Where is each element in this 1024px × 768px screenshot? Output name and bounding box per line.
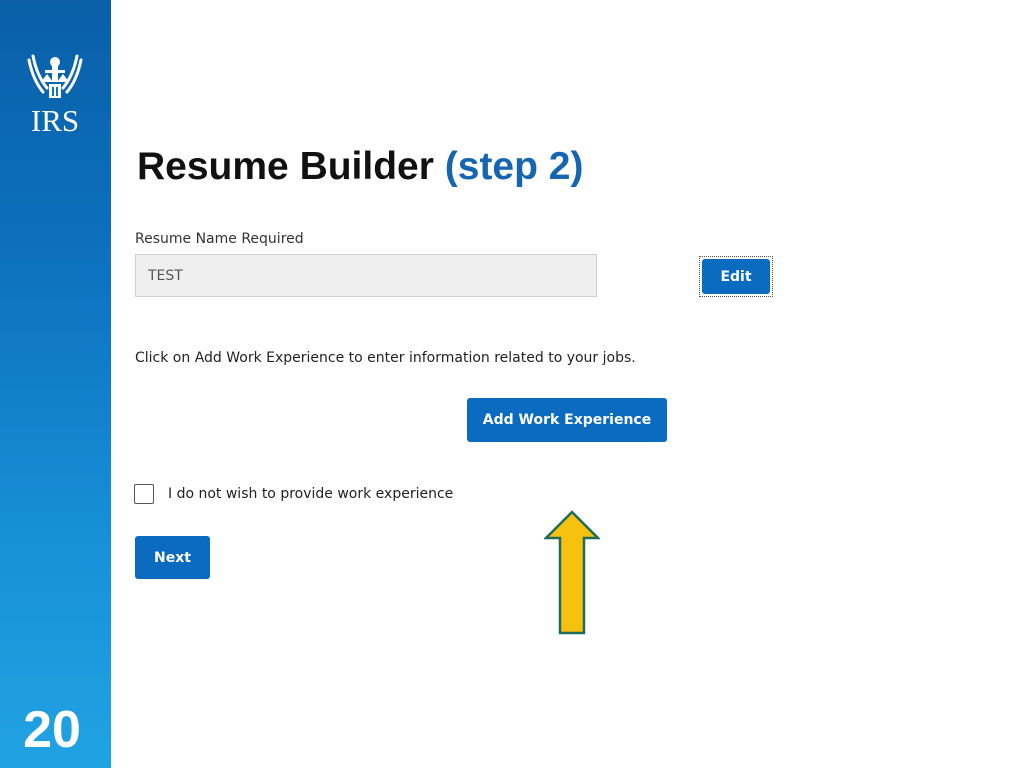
up-arrow-icon — [542, 510, 602, 636]
sidebar: IRS 20 — [0, 0, 111, 768]
resume-name-input[interactable] — [135, 254, 597, 297]
next-button[interactable]: Next — [135, 536, 210, 579]
irs-logo-text: IRS — [30, 103, 80, 138]
slide-number: 20 — [23, 701, 81, 759]
page-title-step: (step 2) — [444, 145, 584, 188]
edit-button-focus-ring: Edit — [699, 256, 773, 297]
page-title-main: Resume Builder — [137, 145, 434, 188]
edit-button[interactable]: Edit — [702, 259, 770, 294]
page-title: Resume Builder (step 2) — [137, 143, 583, 191]
no-work-experience-checkbox[interactable] — [134, 484, 154, 504]
resume-name-label: Resume Name Required — [135, 231, 304, 247]
instruction-text: Click on Add Work Experience to enter in… — [135, 350, 636, 366]
add-work-experience-button[interactable]: Add Work Experience — [467, 398, 667, 442]
no-work-experience-row[interactable]: I do not wish to provide work experience — [134, 482, 453, 506]
no-work-experience-label[interactable]: I do not wish to provide work experience — [168, 486, 453, 502]
